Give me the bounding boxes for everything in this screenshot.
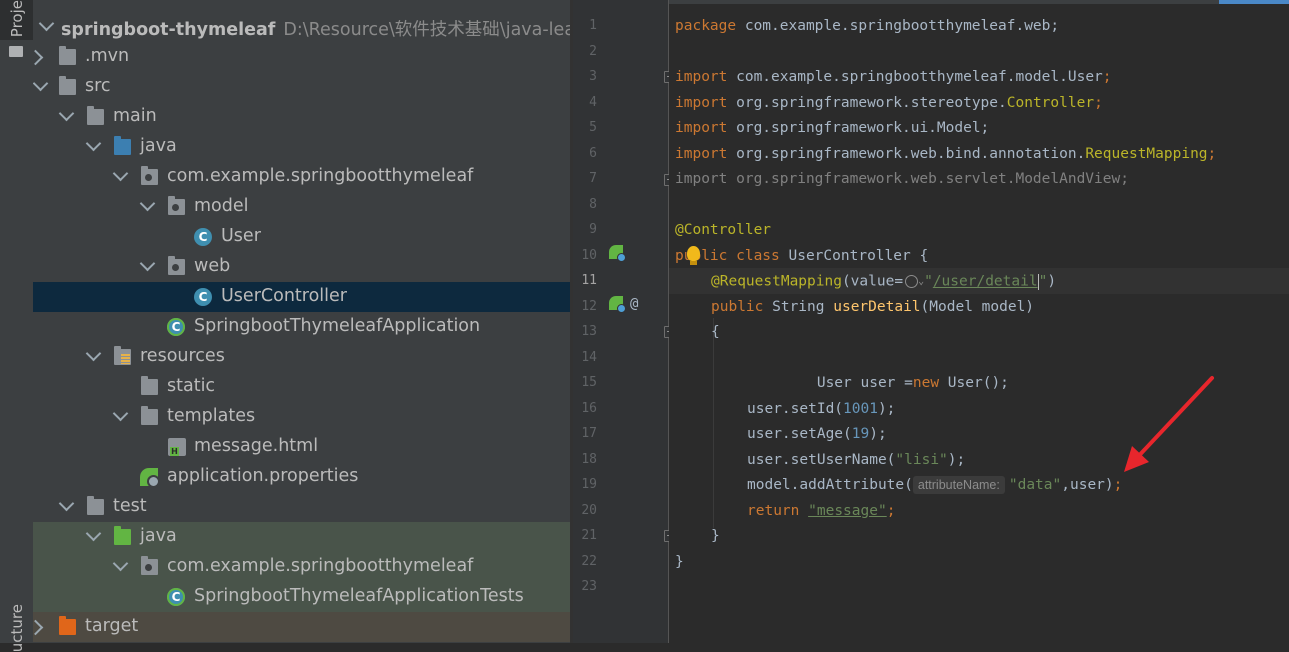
red-annotation-arrow <box>1124 376 1214 472</box>
arrow-shaft <box>1131 376 1214 464</box>
